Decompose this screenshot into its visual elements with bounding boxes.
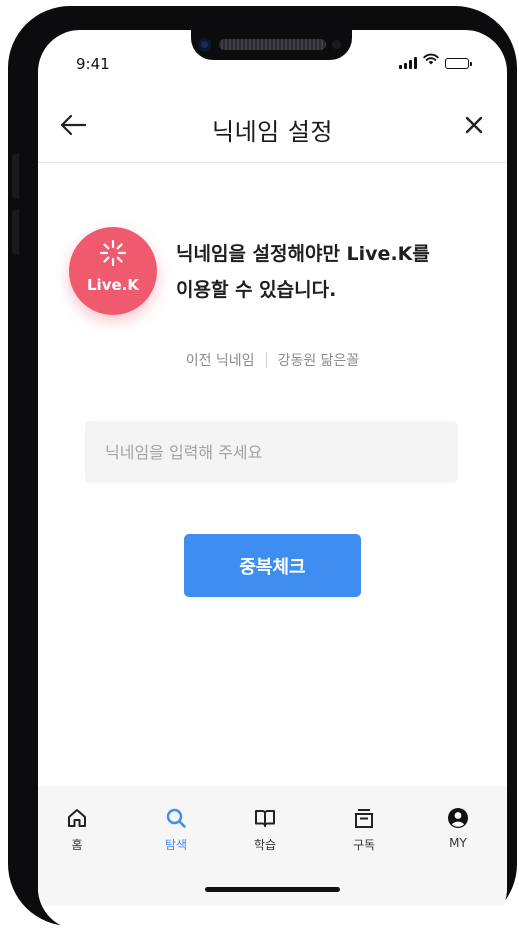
nav-label-home: 홈: [71, 838, 83, 852]
page-title: 닉네임 설정: [211, 118, 334, 146]
wifi-icon: [423, 50, 439, 69]
phone-frame: 9:41 닉네임 설정 Live.K 닉네임을 설정해야만 Live.K를 이용…: [8, 6, 517, 930]
intro-message-line-2: 이용할 수 있습니다.: [176, 279, 337, 301]
volume-up-button: [12, 154, 19, 198]
status-time: 9:41: [76, 55, 110, 73]
previous-nickname-value: 강동원 닮은꼴: [277, 353, 360, 369]
subscription-icon: [352, 806, 376, 830]
live-k-logo: Live.K: [69, 227, 157, 315]
nav-item-home[interactable]: 홈: [47, 806, 107, 853]
close-button[interactable]: [457, 110, 491, 144]
app-header: 닉네임 설정: [38, 90, 507, 163]
previous-nickname-label: 이전 닉네임: [185, 353, 255, 369]
nav-label-my: MY: [449, 836, 467, 850]
camera-notch: [191, 30, 352, 60]
sparkle-icon: [99, 239, 127, 267]
earpiece-speaker: [219, 39, 326, 50]
app-screen: 9:41 닉네임 설정 Live.K 닉네임을 설정해야만 Live.K를 이용…: [38, 30, 507, 930]
book-icon: [253, 806, 277, 830]
divider: [265, 352, 267, 368]
intro-message: 닉네임을 설정해야만 Live.K를 이용할 수 있습니다.: [176, 236, 476, 308]
nav-label-explore: 탐색: [164, 838, 188, 852]
nickname-input[interactable]: [85, 421, 458, 483]
intro-message-line-1: 닉네임을 설정해야만 Live.K를: [176, 243, 430, 265]
nav-item-explore[interactable]: 탐색: [146, 806, 206, 853]
volume-down-button: [12, 210, 19, 254]
search-icon: [164, 806, 188, 830]
home-icon: [65, 806, 89, 830]
nav-label-study: 학습: [253, 838, 277, 852]
status-icons: [399, 53, 472, 69]
nav-item-subscription[interactable]: 구독: [334, 806, 394, 853]
signal-icon: [399, 57, 417, 69]
profile-icon: [446, 806, 470, 830]
battery-icon: [445, 58, 472, 69]
close-icon: [464, 115, 484, 139]
duplicate-check-button[interactable]: 중복체크: [184, 534, 361, 597]
home-indicator: [205, 887, 340, 892]
proximity-sensor: [332, 40, 341, 49]
nav-item-my[interactable]: MY: [428, 806, 488, 850]
nav-item-study[interactable]: 학습: [235, 806, 295, 853]
logo-text: Live.K: [87, 276, 139, 294]
front-camera: [198, 38, 211, 51]
previous-nickname: 이전 닉네임 강동원 닮은꼴: [38, 350, 507, 370]
nav-label-subscription: 구독: [352, 838, 376, 852]
